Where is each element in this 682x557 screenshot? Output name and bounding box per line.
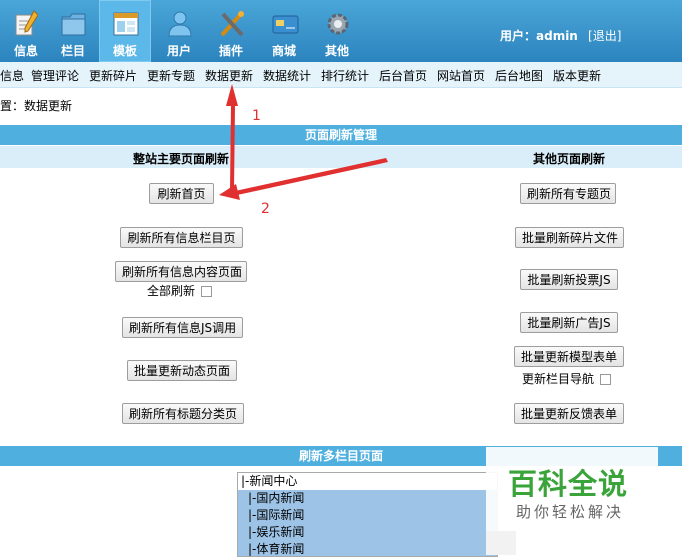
- watermark: 百科全说 助你轻松解决: [486, 447, 658, 531]
- list-item[interactable]: |-国际新闻: [238, 507, 497, 524]
- list-item[interactable]: |-国内新闻: [238, 490, 497, 507]
- watermark-subtitle: 助你轻松解决: [516, 503, 625, 521]
- arrow-2: [219, 158, 388, 200]
- watermark-edge: [486, 531, 516, 555]
- column-multiselect[interactable]: |-新闻中心 |-国内新闻 |-国际新闻 |-娱乐新闻 |-体育新闻: [237, 472, 498, 557]
- watermark-title: 百科全说: [508, 467, 629, 501]
- arrow-1: [226, 84, 238, 191]
- list-item[interactable]: |-新闻中心: [238, 473, 497, 490]
- annotation-label-1: 1: [252, 108, 261, 124]
- annotation-label-2: 2: [261, 201, 270, 217]
- list-item[interactable]: |-娱乐新闻: [238, 524, 497, 541]
